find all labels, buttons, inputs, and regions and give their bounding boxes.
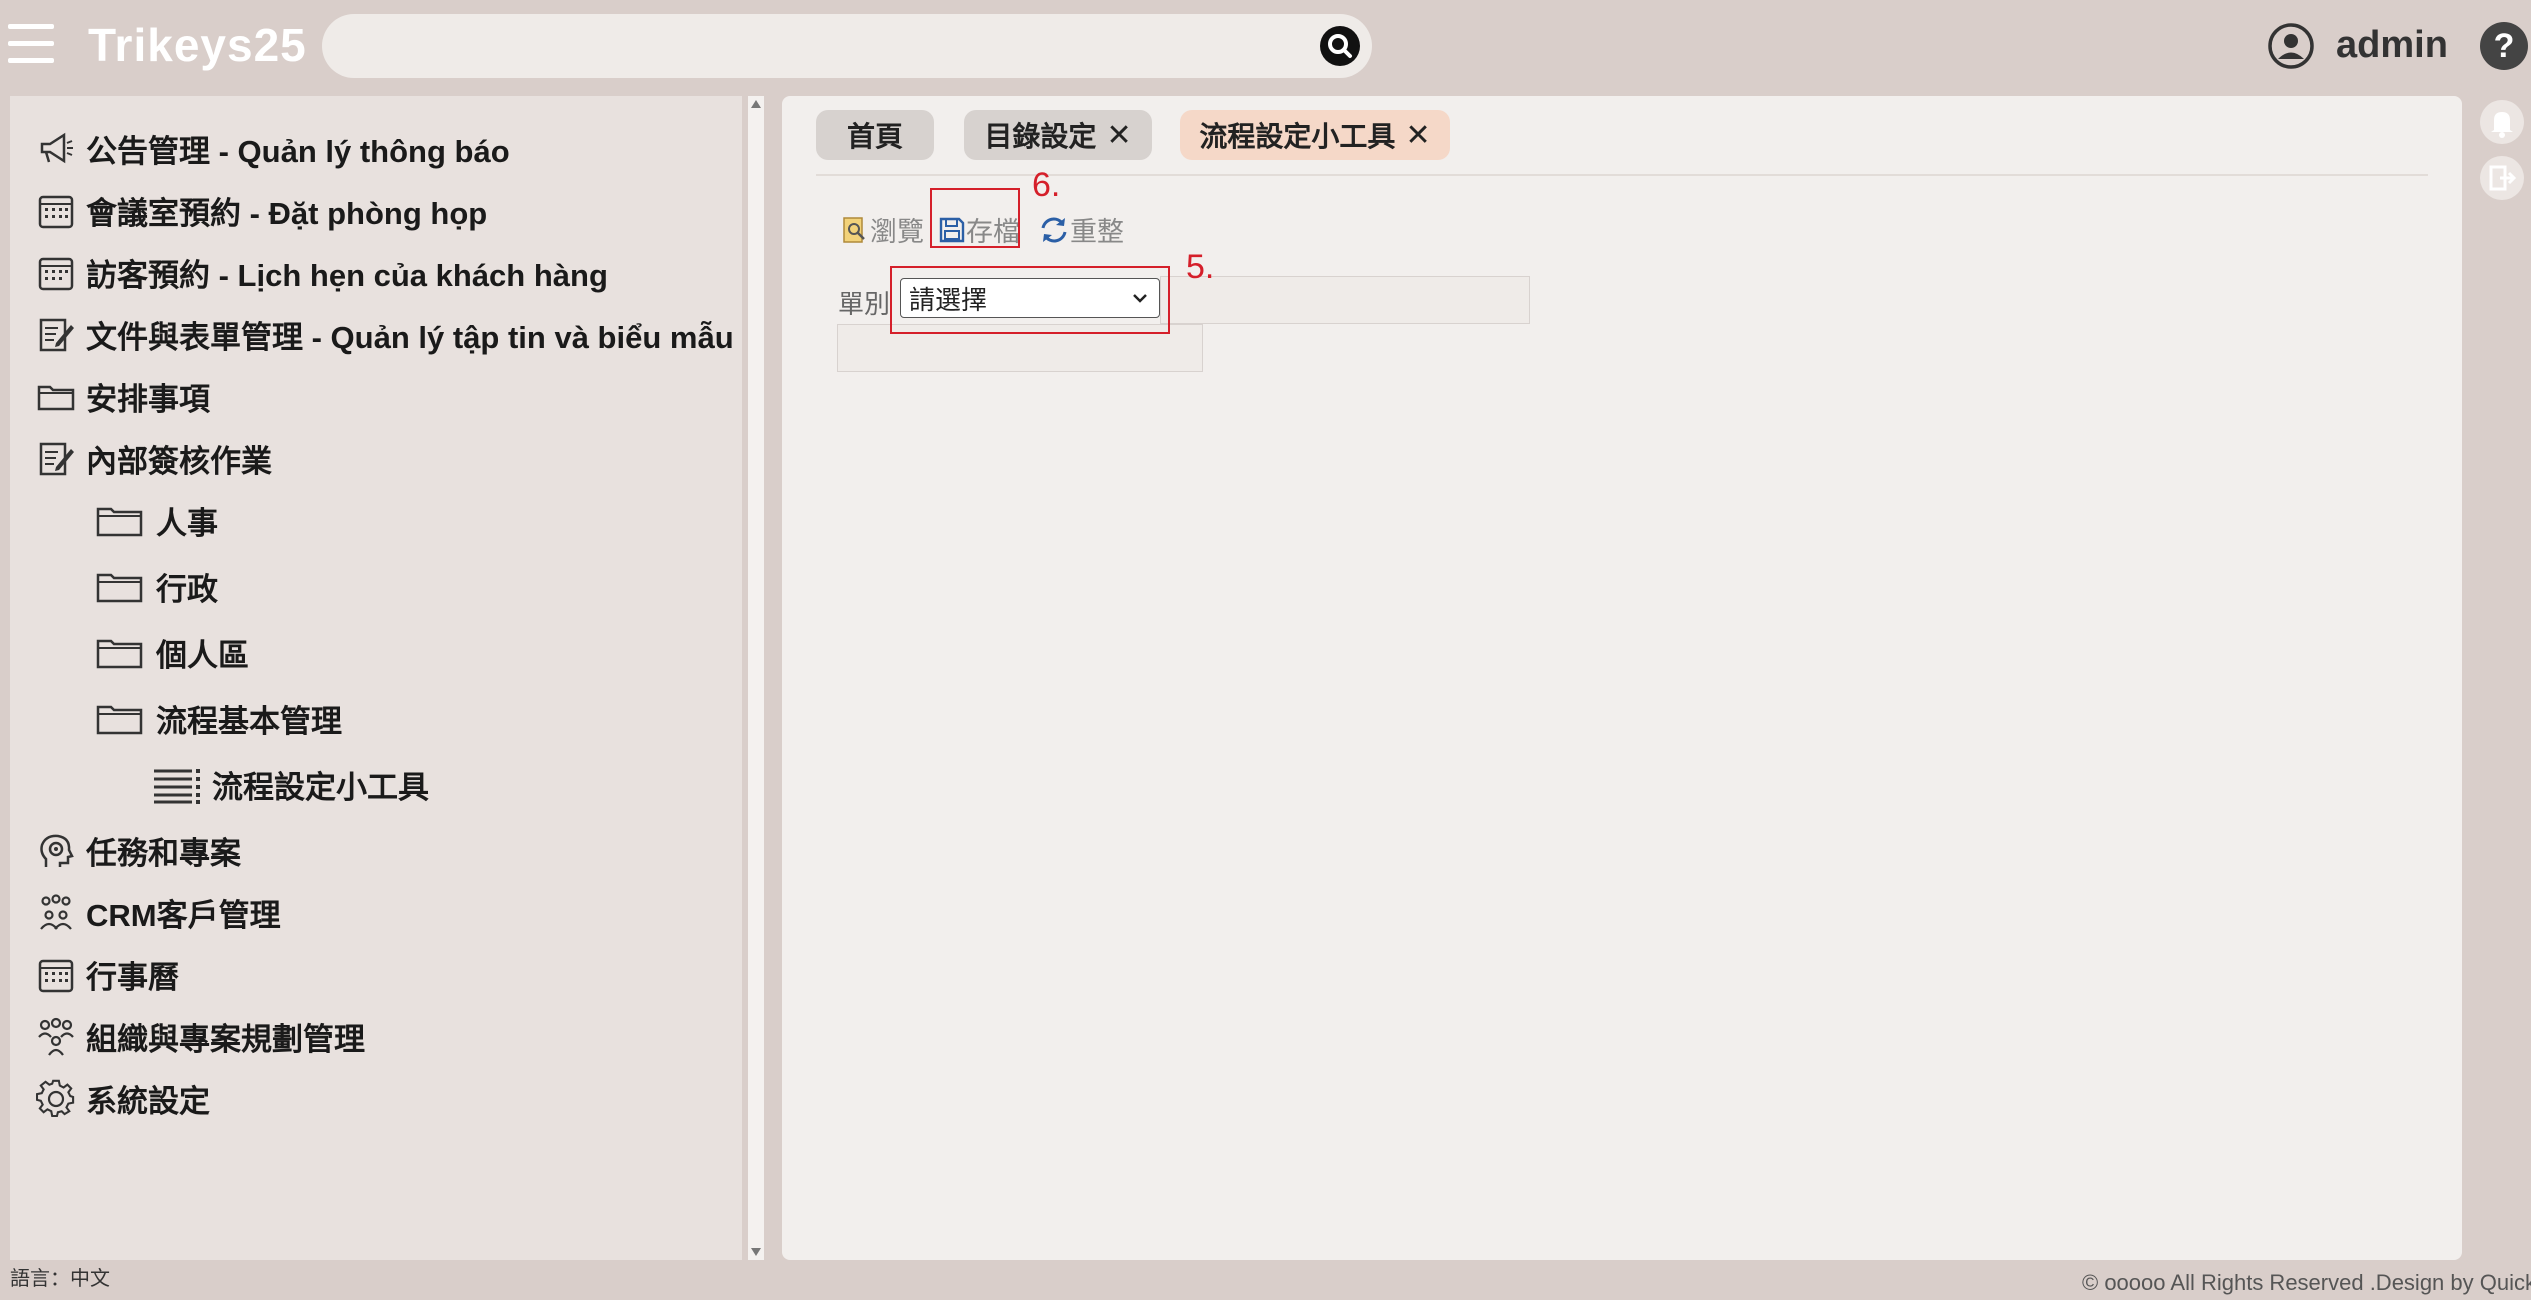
- org-chart-icon: [36, 1017, 76, 1057]
- calendar-icon: [36, 253, 76, 293]
- sidebar-item-personal[interactable]: 個人區: [94, 630, 249, 675]
- sidebar-item-label: 任務和專案: [86, 836, 241, 871]
- sidebar-item-documents[interactable]: 文件與表單管理 - Quản lý tập tin và biểu mẫu: [36, 312, 734, 357]
- search-button[interactable]: [1320, 26, 1360, 66]
- sidebar-item-label: 會議室預約 - Đặt phòng họp: [86, 196, 488, 231]
- scroll-down-arrow-icon[interactable]: [751, 1248, 761, 1256]
- folder-icon: [94, 699, 146, 739]
- browse-label: 瀏覽: [870, 217, 924, 247]
- sidebar-item-crm[interactable]: CRM客戶管理: [36, 890, 281, 935]
- people-icon: [36, 893, 76, 933]
- reset-label: 重整: [1070, 217, 1124, 247]
- scroll-up-arrow-icon[interactable]: [751, 100, 761, 108]
- sidebar-item-label: 流程設定小工具: [212, 770, 429, 805]
- calendar-icon: [36, 191, 76, 231]
- sidebar-item-label: 訪客預約 - Lịch hẹn của khách hàng: [86, 258, 608, 293]
- notification-bell-icon[interactable]: [2480, 100, 2524, 144]
- brand-title: Trikeys25: [88, 19, 307, 71]
- sidebar-item-label: 內部簽核作業: [86, 444, 272, 479]
- list-icon: [152, 765, 202, 805]
- sidebar-item-internal-signoff[interactable]: 內部簽核作業: [36, 436, 272, 481]
- form-field-area: [1160, 276, 1530, 324]
- sidebar-scrollbar[interactable]: [748, 96, 764, 1260]
- close-icon[interactable]: ✕: [1405, 118, 1430, 153]
- sidebar-item-personnel[interactable]: 人事: [94, 498, 218, 543]
- browse-button[interactable]: 瀏覽: [840, 210, 924, 249]
- sidebar-item-organization[interactable]: 組織與專案規劃管理: [36, 1014, 365, 1059]
- language-indicator[interactable]: 語言：中文: [10, 1262, 110, 1291]
- save-highlight-box: [930, 188, 1020, 248]
- search-icon: [1328, 34, 1352, 58]
- sidebar-item-label: 行政: [156, 572, 218, 607]
- sidebar-item-label: 個人區: [156, 638, 249, 673]
- sidebar-item-administration[interactable]: 行政: [94, 564, 218, 609]
- step-six-annotation: 6.: [1032, 166, 1061, 204]
- close-icon[interactable]: ✕: [1106, 118, 1131, 153]
- sidebar-item-label: 安排事項: [86, 382, 210, 417]
- sidebar-item-system-settings[interactable]: 系統設定: [36, 1076, 210, 1121]
- folder-icon: [94, 501, 146, 541]
- megaphone-icon: [36, 129, 76, 169]
- sidebar-item-label: 流程基本管理: [156, 704, 342, 739]
- edit-document-icon: [36, 315, 76, 355]
- search-input[interactable]: [346, 24, 1310, 70]
- search-bar: [322, 14, 1372, 78]
- sidebar-item-tasks[interactable]: 任務和專案: [36, 828, 241, 873]
- folder-icon: [36, 377, 76, 417]
- sidebar-item-announcements[interactable]: 公告管理 - Quản lý thông báo: [36, 126, 510, 171]
- folder-icon: [94, 567, 146, 607]
- calendar-icon: [36, 955, 76, 995]
- sidebar-item-label: CRM客戶管理: [86, 898, 281, 933]
- sidebar-item-visitor[interactable]: 訪客預約 - Lịch hẹn của khách hàng: [36, 250, 608, 295]
- folder-icon: [94, 633, 146, 673]
- menu-icon[interactable]: [8, 24, 54, 68]
- step-five-annotation: 5.: [1186, 248, 1215, 286]
- tab-label: 流程設定小工具: [1199, 121, 1396, 152]
- tab-label: 首頁: [846, 121, 903, 152]
- sidebar-item-label: 組織與專案規劃管理: [86, 1022, 365, 1057]
- sidebar-item-label: 文件與表單管理 - Quản lý tập tin và biểu mẫu: [86, 320, 734, 355]
- user-avatar-icon[interactable]: [2267, 22, 2315, 70]
- browse-icon: [843, 216, 865, 243]
- gear-head-icon: [36, 831, 76, 871]
- sidebar-item-flow-tool[interactable]: 流程設定小工具: [152, 762, 429, 807]
- select-highlight-box: [890, 266, 1170, 334]
- sidebar-item-label: 行事曆: [86, 960, 179, 995]
- form-field-label: 單別: [838, 289, 891, 319]
- sidebar-item-calendar[interactable]: 行事曆: [36, 952, 179, 997]
- copyright-text: © ooooo All Rights Reserved .Design by Q…: [2082, 1270, 2531, 1295]
- tab-flow-tool[interactable]: 流程設定小工具 ✕: [1180, 110, 1450, 160]
- sidebar-item-label: 人事: [156, 506, 218, 541]
- tab-home[interactable]: 首頁: [816, 110, 934, 160]
- sidebar-item-label: 系統設定: [86, 1084, 210, 1119]
- tab-label: 目錄設定: [984, 121, 1097, 152]
- main-panel: 首頁 目錄設定 ✕ 流程設定小工具 ✕ 瀏覽 存檔 重整 單別 請選擇 6. 5…: [782, 96, 2462, 1260]
- top-bar: Trikeys25 admin ?: [0, 0, 2531, 94]
- sidebar-item-meeting-room[interactable]: 會議室預約 - Đặt phòng họp: [36, 188, 487, 233]
- user-name[interactable]: admin: [2336, 24, 2448, 67]
- reset-button[interactable]: 重整: [1038, 210, 1124, 249]
- logout-icon[interactable]: [2480, 156, 2524, 200]
- sidebar-item-arrangements[interactable]: 安排事項: [36, 374, 210, 419]
- gear-icon: [36, 1079, 76, 1119]
- sidebar: 公告管理 - Quản lý thông báo 會議室預約 - Đặt phò…: [10, 96, 742, 1260]
- tab-directory-settings[interactable]: 目錄設定 ✕: [964, 110, 1152, 160]
- edit-document-icon: [36, 439, 76, 479]
- sidebar-item-label: 公告管理 - Quản lý thông báo: [86, 134, 510, 169]
- sidebar-item-flow-basic[interactable]: 流程基本管理: [94, 696, 342, 741]
- help-icon[interactable]: ?: [2480, 22, 2528, 70]
- refresh-icon: [1041, 217, 1067, 242]
